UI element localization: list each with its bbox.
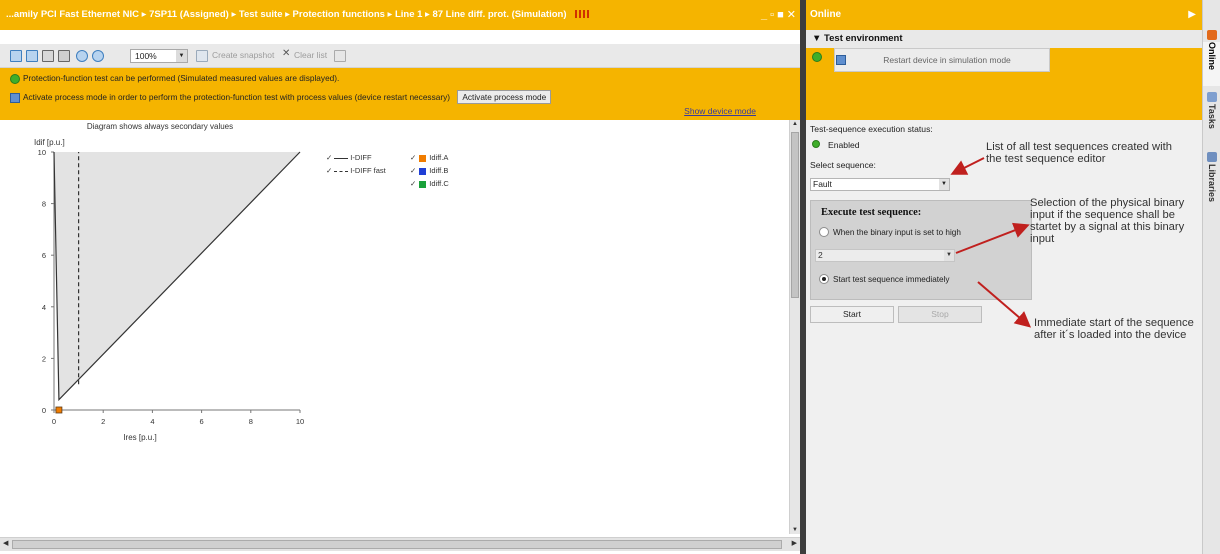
show-device-mode-link[interactable]: Show device mode	[684, 106, 756, 116]
scroll-right-icon[interactable]: ▶	[792, 539, 797, 547]
create-snapshot-button[interactable]: Create snapshot	[212, 50, 274, 60]
y-tick-label: 10	[38, 148, 46, 157]
process-mode-icon	[10, 92, 20, 103]
y-tick-label: 0	[42, 406, 46, 415]
arrow-to-sequence-select	[950, 157, 985, 175]
layout-icon[interactable]	[26, 50, 38, 62]
window-controls[interactable]: _ ▫ ■ ✕	[761, 0, 796, 30]
legend-item-idiff-c: ✓ Idiff.C	[410, 179, 449, 188]
legend-item-idiff-a: ✓ Idiff.A	[410, 153, 449, 162]
check-icon	[10, 73, 20, 84]
chart-title: Diagram shows always secondary values	[87, 122, 233, 131]
chevron-down-icon: ▼	[176, 50, 187, 62]
info-line-process: Activate process mode in order to perfor…	[10, 90, 552, 104]
online-pane: Online ▶ ▼ Test environment Restart devi…	[806, 0, 1202, 554]
breadcrumb: ...amily PCI Fast Ethernet NIC ▸ 7SP11 (…	[6, 9, 567, 20]
vertical-scroll-thumb[interactable]	[791, 132, 799, 298]
vertical-scrollbar[interactable]: ▲ ▼	[789, 120, 800, 534]
y-tick-label: 6	[42, 251, 46, 260]
scroll-left-icon[interactable]: ◀	[3, 539, 8, 547]
horizontal-scroll-thumb[interactable]	[12, 540, 782, 549]
x-tick-label: 8	[249, 417, 253, 426]
clear-list-button[interactable]: Clear list	[294, 50, 327, 60]
x-tick-label: 10	[296, 417, 304, 426]
editor-toolbar: 100% ▼ Create snapshot ✕ Clear list	[0, 44, 800, 68]
tab-libraries[interactable]: Libraries	[1203, 164, 1220, 218]
diff-characteristic-chart: Diagram shows always secondary values Idi…	[34, 122, 304, 442]
zoom-in-icon[interactable]	[76, 50, 88, 62]
scroll-down-icon[interactable]: ▼	[791, 527, 799, 533]
x-tick-label: 0	[52, 417, 56, 426]
status-bars-icon	[575, 10, 592, 19]
x-tick-label: 4	[150, 417, 154, 426]
zoom-value: 100%	[135, 51, 157, 61]
tasks-tab-icon	[1207, 92, 1217, 102]
annotation-arrows	[950, 157, 1032, 328]
editor-title-bar: ...amily PCI Fast Ethernet NIC ▸ 7SP11 (…	[0, 0, 800, 30]
snapshot-icon	[196, 50, 208, 62]
x-tick-label: 6	[200, 417, 204, 426]
info-bar: Protection-function test can be performe…	[0, 68, 800, 120]
online-tab-icon	[1207, 30, 1217, 40]
side-tab-bar: Online Tasks Libraries	[1202, 0, 1220, 554]
y-tick-label: 2	[42, 354, 46, 363]
libraries-tab-icon	[1207, 152, 1217, 162]
y-tick-label: 8	[42, 200, 46, 209]
legend-item-idiff: ✓ I-DIFF	[326, 153, 372, 162]
y-tick-label: 4	[42, 303, 46, 312]
scroll-up-icon[interactable]: ▲	[791, 121, 799, 127]
measured-point	[55, 406, 63, 414]
zoom-out-icon[interactable]	[92, 50, 104, 62]
activate-process-mode-button[interactable]: Activate process mode	[457, 90, 552, 104]
diagram-area: Diagram shows always secondary values Idi…	[0, 120, 789, 534]
clear-icon: ✕	[282, 48, 291, 59]
legend-item-idiff-b: ✓ Idiff.B	[410, 166, 449, 175]
editor-pane: ...amily PCI Fast Ethernet NIC ▸ 7SP11 (…	[0, 0, 800, 554]
y-axis-label: Idif [p.u.]	[34, 138, 65, 147]
tab-tasks[interactable]: Tasks	[1203, 104, 1220, 146]
x-tick-label: 2	[101, 417, 105, 426]
export-icon[interactable]	[334, 50, 346, 62]
tab-online[interactable]: Online	[1203, 42, 1220, 86]
legend-item-idiff-fast: ✓ I-DIFF fast	[326, 166, 386, 175]
print-icon[interactable]	[58, 50, 70, 62]
arrow-to-immediate-start	[977, 281, 1032, 328]
x-axis-label: Ires [p.u.]	[123, 433, 156, 442]
zoom-select[interactable]: 100% ▼	[130, 49, 188, 63]
horizontal-scrollbar[interactable]: ◀ ▶	[0, 537, 800, 551]
info-line-simulation: Protection-function test can be performe…	[10, 73, 339, 84]
grid-icon[interactable]	[42, 50, 54, 62]
fit-view-icon[interactable]	[10, 50, 22, 62]
arrow-to-binary-input	[955, 222, 1030, 254]
